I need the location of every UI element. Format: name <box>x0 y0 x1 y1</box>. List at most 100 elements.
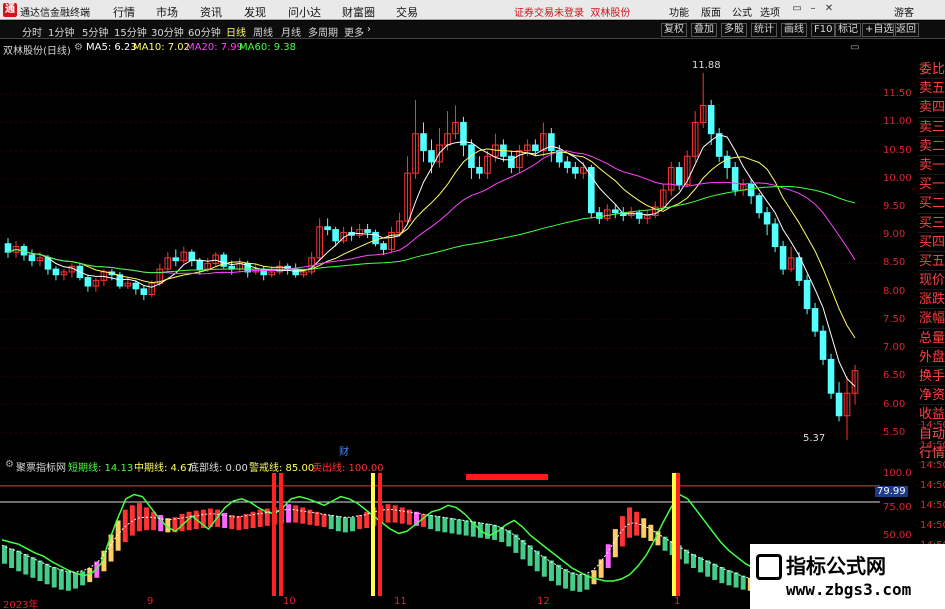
price-axis-label: 9.00 <box>883 229 906 241</box>
quote-panel-item[interactable]: 换手 <box>918 367 945 387</box>
signal-column <box>378 473 382 596</box>
minimize-icon[interactable]: – <box>806 2 820 16</box>
login-notice[interactable]: 证券交易未登录 双林股份 <box>514 4 630 19</box>
period-tab[interactable]: 5分钟 <box>82 24 108 39</box>
chevron-right-icon[interactable]: › <box>367 24 371 35</box>
quote-panel-item[interactable]: 买四 <box>918 233 945 252</box>
quote-panel-item[interactable]: 卖二 <box>918 137 945 156</box>
ma-line <box>7 148 856 339</box>
period-tab[interactable]: 周线 <box>253 24 273 39</box>
indicator-info-bar: ⚙ 聚票指标网 短期线: 14.13 中期线: 4.67 底部线: 0.00 警… <box>0 457 900 474</box>
short-line <box>1 493 755 582</box>
indicator-bar <box>2 545 7 564</box>
quote-panel-item[interactable]: 买二 <box>918 194 945 214</box>
indicator-bar <box>73 572 78 589</box>
menu-formula[interactable]: 公式 <box>732 4 752 19</box>
indicator-bar <box>570 572 576 591</box>
toolbar-button[interactable]: 返回 <box>893 23 919 37</box>
quote-panel-item[interactable]: 卖四 <box>918 98 945 118</box>
menu-discover[interactable]: 发现 <box>244 4 266 20</box>
app-name: 通达信金融终端 <box>20 8 90 19</box>
indicator-bar <box>58 569 64 590</box>
toolbar-button[interactable]: 叠加 <box>691 23 717 37</box>
candle-body <box>4 243 12 253</box>
period-tab[interactable]: 15分钟 <box>114 24 147 39</box>
ma20-label: MA20: 7.99 <box>186 42 244 53</box>
logo-icon <box>756 554 782 580</box>
candle-body <box>747 183 755 197</box>
quote-panel-item[interactable]: 净资 <box>918 386 945 406</box>
ma5-label: MA5: 6.23 <box>86 42 137 53</box>
menu-news[interactable]: 资讯 <box>200 4 222 20</box>
menu-wealth[interactable]: 财富圈 <box>342 4 375 20</box>
quote-panel-item[interactable]: 卖三 <box>918 118 945 137</box>
toolbar-button[interactable]: 标记 <box>835 23 861 37</box>
quote-panel-item[interactable]: 涨幅 <box>918 309 945 329</box>
settings-icon[interactable]: ⚙ <box>5 459 14 470</box>
period-tab[interactable]: 多周期 <box>308 24 338 39</box>
quote-panel-item[interactable]: 买五 <box>918 252 945 272</box>
candle-body <box>779 246 787 270</box>
candle-body <box>827 358 835 394</box>
price-axis-label: 8.50 <box>883 257 906 269</box>
indicator-bar <box>257 509 263 527</box>
indicator-bar <box>321 513 327 527</box>
indicator-bar <box>548 560 554 582</box>
quote-panel-item[interactable]: 委比 <box>918 60 945 80</box>
quote-panel-item[interactable]: 卖一 <box>918 156 945 176</box>
period-tab-active[interactable]: 日线 <box>226 24 246 39</box>
menu-market[interactable]: 行情 <box>113 4 135 20</box>
quote-panel-item[interactable]: 卖五 <box>918 79 945 99</box>
candle-body <box>795 257 803 281</box>
menu-ask[interactable]: 问小达 <box>288 4 321 20</box>
period-tab[interactable]: 1分钟 <box>48 24 74 39</box>
expand-icon[interactable]: ▭ <box>850 42 859 53</box>
price-axis-label: 6.50 <box>883 370 906 382</box>
chart-title: 双林股份(日线) <box>3 46 71 57</box>
toolbar-button[interactable]: 画线 <box>781 23 807 37</box>
menu-options[interactable]: 选项 <box>760 4 780 19</box>
quote-panel-item[interactable]: 现价 <box>918 271 945 291</box>
quote-panel-item[interactable]: 涨跌 <box>918 290 945 310</box>
quote-panel-item[interactable]: 买一 <box>918 175 945 195</box>
price-axis-label: 5.50 <box>883 426 906 438</box>
period-tab[interactable]: 60分钟 <box>188 24 221 39</box>
menu-layout[interactable]: 版面 <box>701 4 721 19</box>
x-axis-label: 10 <box>283 596 296 607</box>
candle-body <box>771 223 779 248</box>
news-marker[interactable]: 财 <box>339 443 349 458</box>
period-tab[interactable]: 月线 <box>281 24 301 39</box>
toolbar-button[interactable]: F10 <box>811 23 836 37</box>
user-label[interactable]: 游客 <box>894 4 914 19</box>
ma-line <box>7 186 856 274</box>
toolbar-button[interactable]: 多股 <box>721 23 747 37</box>
menu-exchange[interactable]: 市场 <box>156 4 178 20</box>
ind-axis-label: 75.00 <box>883 502 912 513</box>
toolbar-button[interactable]: +自选 <box>862 23 897 37</box>
candle-body <box>420 133 427 152</box>
period-tab-more[interactable]: 更多 <box>344 24 364 39</box>
window-icon[interactable]: ▭ <box>790 2 804 16</box>
indicator-bar <box>300 507 306 524</box>
price-axis-label: 6.00 <box>883 398 906 410</box>
menu-function[interactable]: 功能 <box>669 4 689 19</box>
candle-body <box>819 330 827 360</box>
settings-icon[interactable]: ⚙ <box>74 42 83 53</box>
candle-body <box>508 155 515 169</box>
close-icon[interactable]: ✕ <box>822 2 836 16</box>
quote-panel-item[interactable]: 外盘 <box>918 348 945 367</box>
indicator-bar <box>357 515 363 530</box>
period-tab[interactable]: 分时 <box>22 24 42 39</box>
quote-panel-item[interactable]: 买三 <box>918 214 945 233</box>
indicator-bar <box>456 519 462 535</box>
candle-body <box>675 167 683 185</box>
candle-body <box>428 150 435 163</box>
time-label: 14:50 <box>920 480 945 491</box>
indicator-bar <box>563 569 569 589</box>
toolbar-button[interactable]: 统计 <box>751 23 777 37</box>
menu-trade[interactable]: 交易 <box>396 4 418 20</box>
quote-panel-item[interactable]: 总量 <box>918 329 945 348</box>
toolbar-button[interactable]: 复权 <box>661 23 687 37</box>
x-axis-label: 12 <box>537 596 550 607</box>
period-tab[interactable]: 30分钟 <box>151 24 184 39</box>
